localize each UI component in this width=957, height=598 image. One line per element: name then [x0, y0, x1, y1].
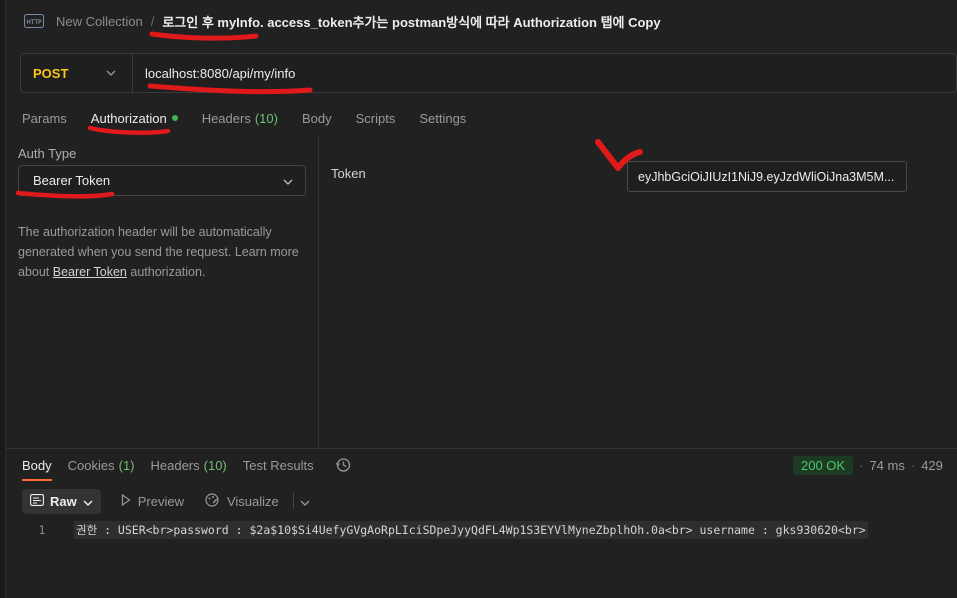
response-body-line: 1 권한 : USER<br>password : $2a$10$Si4Uefy…	[22, 520, 868, 540]
annotation-underline-title	[149, 31, 259, 41]
response-tab-body[interactable]: Body	[22, 458, 52, 473]
method-select[interactable]: POST	[21, 54, 133, 92]
response-size[interactable]: 429	[921, 458, 943, 473]
line-number: 1	[38, 523, 46, 537]
visualize-label: Visualize	[226, 493, 279, 509]
tab-authorization[interactable]: Authorization	[91, 106, 178, 130]
request-breadcrumb: HTTP New Collection / 로그인 후 myInfo. acce…	[24, 8, 949, 34]
tab-body[interactable]: Body	[302, 106, 332, 130]
breadcrumb-separator: /	[150, 13, 155, 29]
tab-settings[interactable]: Settings	[419, 106, 466, 130]
response-meta: 200 OK · 74 ms · 429	[793, 454, 943, 476]
method-label: POST	[33, 65, 69, 81]
svg-text:HTTP: HTTP	[26, 19, 42, 26]
text-format-icon	[30, 493, 44, 509]
chevron-down-icon	[83, 494, 93, 509]
tab-label: Settings	[419, 110, 467, 126]
active-indicator-dot	[171, 115, 178, 121]
auth-type-value: Bearer Token	[33, 173, 111, 188]
chevron-down-icon	[283, 173, 293, 188]
visualize-icon	[204, 492, 220, 511]
tab-label: Headers	[150, 457, 200, 473]
response-tab-test-results[interactable]: Test Results	[243, 458, 314, 473]
view-mode-label: Raw	[50, 493, 77, 509]
tab-label: Body	[301, 110, 332, 126]
chevron-down-icon[interactable]	[300, 494, 310, 509]
token-input[interactable]: eyJhbGciOiJIUzI1NiJ9.eyJzdWliOiJna3M5M..…	[627, 161, 907, 192]
toolbar-divider	[292, 493, 294, 509]
response-body-text[interactable]: 권한 : USER<br>password : $2a$10$Si4UefyGV…	[74, 521, 868, 539]
status-badge[interactable]: 200 OK	[793, 455, 854, 475]
breadcrumb-collection[interactable]: New Collection	[56, 14, 143, 29]
bearer-token-link[interactable]: Bearer Token	[53, 265, 127, 279]
url-bar: POST	[20, 53, 957, 93]
auth-type-select[interactable]: Bearer Token	[18, 165, 306, 196]
http-icon: HTTP	[24, 13, 44, 29]
auth-desc-text-end: authorization.	[126, 265, 206, 279]
url-input[interactable]	[133, 54, 956, 92]
tab-headers[interactable]: Headers (10)	[202, 106, 278, 130]
tab-label: Cookies	[67, 457, 115, 473]
tab-label: Authorization	[90, 110, 167, 126]
meta-separator: ·	[910, 457, 916, 473]
token-label: Token	[331, 166, 366, 181]
visualize-button[interactable]: Visualize	[204, 492, 279, 511]
tab-scripts[interactable]: Scripts	[356, 106, 396, 130]
preview-button[interactable]: Preview	[121, 493, 184, 509]
tab-count: (1)	[118, 457, 135, 473]
response-toolbar: Raw Preview Visualize	[22, 488, 310, 514]
tab-count: (10)	[254, 110, 278, 126]
tab-label: Params	[22, 110, 67, 126]
response-divider	[6, 448, 957, 449]
meta-separator: ·	[859, 457, 864, 473]
request-title[interactable]: 로그인 후 myInfo. access_token추가는 postman방식에…	[162, 12, 660, 31]
tab-params[interactable]: Params	[22, 106, 67, 130]
tab-label: Body	[22, 457, 52, 473]
active-tab-underline	[22, 479, 52, 481]
request-tabs: Params Authorization Headers (10) Body Sc…	[22, 106, 490, 130]
tab-count: (10)	[203, 457, 227, 473]
auth-type-label: Auth Type	[18, 146, 77, 161]
response-tabs: Body Cookies (1) Headers (10) Test Results	[22, 452, 352, 478]
response-tab-headers[interactable]: Headers (10)	[151, 458, 227, 473]
response-time[interactable]: 74 ms	[869, 458, 904, 473]
auth-description: The authorization header will be automat…	[18, 222, 318, 282]
response-tab-cookies[interactable]: Cookies (1)	[68, 458, 135, 473]
history-icon[interactable]	[334, 456, 352, 474]
view-mode-select[interactable]: Raw	[22, 488, 101, 514]
auth-type-panel: Auth Type Bearer Token The authorization…	[6, 136, 319, 448]
tab-label: Test Results	[242, 457, 314, 473]
chevron-down-icon	[106, 68, 116, 79]
tab-label: Headers	[201, 110, 251, 126]
preview-label: Preview	[137, 493, 184, 509]
play-icon	[121, 493, 131, 509]
tab-label: Scripts	[355, 110, 396, 126]
